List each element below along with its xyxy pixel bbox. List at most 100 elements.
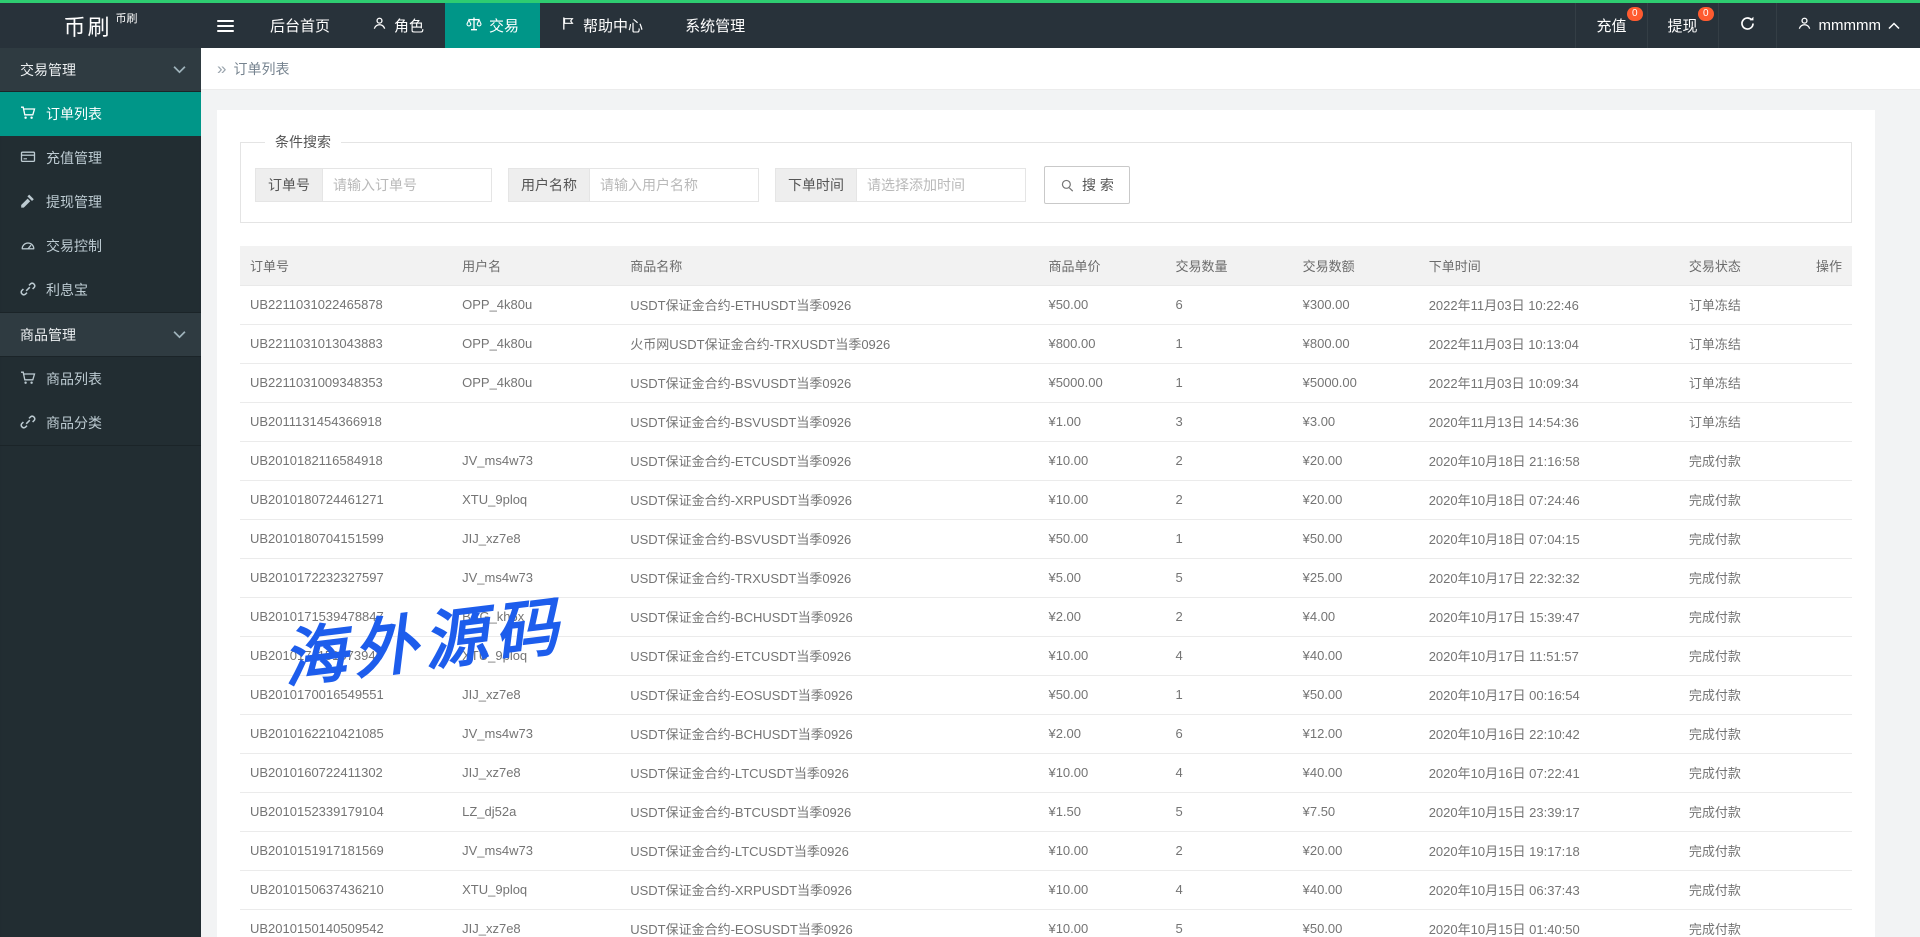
cell-product-name: USDT保证金合约-BCHUSDT当季0926: [620, 714, 1038, 753]
cell-status: 订单冻结: [1679, 285, 1806, 324]
nav-tab-label: 交易: [489, 15, 519, 36]
sidebar-item-interest[interactable]: 利息宝: [0, 268, 201, 312]
sidebar-item-trade-control[interactable]: 交易控制: [0, 224, 201, 268]
col-header-order-time: 下单时间: [1419, 246, 1679, 285]
table-row: UB2010162210421085JV_ms4w73USDT保证金合约-BCH…: [240, 714, 1852, 753]
cell-username: JIJ_xz7e8: [452, 519, 620, 558]
sidebar-item-goods-list[interactable]: 商品列表: [0, 357, 201, 401]
main-nav: 后台首页 角色 交易 帮助中心 系统管理: [249, 3, 766, 48]
sidebar-submenu-trade: 订单列表 充值管理 提现管理 交易控制 利息宝: [0, 92, 201, 313]
cell-order-no: UB2211031013043883: [240, 324, 452, 363]
nav-tab-label: 帮助中心: [583, 15, 643, 36]
cell-status: 完成付款: [1679, 480, 1806, 519]
app-logo[interactable]: 币刷 币刷: [0, 3, 201, 48]
breadcrumb: » 订单列表: [201, 48, 1920, 90]
cell-status: 完成付款: [1679, 714, 1806, 753]
cell-quantity: 4: [1166, 870, 1293, 909]
sidebar: 交易管理 订单列表 充值管理 提现管理 交易控制 利息宝: [0, 48, 201, 937]
cell-order-time: 2020年10月17日 15:39:47: [1419, 597, 1679, 636]
cell-quantity: 6: [1166, 714, 1293, 753]
cell-quantity: 2: [1166, 831, 1293, 870]
nav-tab-label: 角色: [394, 15, 424, 36]
cart-icon: [20, 105, 36, 124]
cell-amount: ¥50.00: [1293, 675, 1419, 714]
sidebar-item-goods-category[interactable]: 商品分类: [0, 401, 201, 445]
nav-tab-role[interactable]: 角色: [351, 3, 445, 48]
order-time-label: 下单时间: [775, 168, 856, 202]
cell-order-no: UB2010150140509542: [240, 909, 452, 937]
cell-unit-price: ¥1.00: [1038, 402, 1165, 441]
username-input[interactable]: [589, 168, 759, 202]
cell-product-name: 火币网USDT保证金合约-TRXUSDT当季0926: [620, 324, 1038, 363]
sidebar-submenu-goods: 商品列表 商品分类: [0, 357, 201, 446]
recharge-button[interactable]: 充值 0: [1575, 3, 1646, 48]
hamburger-icon: [217, 17, 234, 35]
cell-amount: ¥300.00: [1293, 285, 1419, 324]
sidebar-group-goods[interactable]: 商品管理: [0, 313, 201, 357]
cell-order-no: UB2011131454366918: [240, 402, 452, 441]
cell-order-no: UB2010150637436210: [240, 870, 452, 909]
order-no-label: 订单号: [255, 168, 322, 202]
sidebar-toggle-button[interactable]: [201, 3, 249, 48]
refresh-icon: [1739, 15, 1756, 36]
table-row: UB2010172232327597JV_ms4w73USDT保证金合约-TRX…: [240, 558, 1852, 597]
user-menu[interactable]: mmmmm: [1776, 3, 1920, 48]
cell-username: OPP_4k80u: [452, 324, 620, 363]
col-header-status: 交易状态: [1679, 246, 1806, 285]
cell-username: BAG_kh6x: [452, 597, 620, 636]
order-no-input[interactable]: [322, 168, 492, 202]
cell-username: XTU_9ploq: [452, 870, 620, 909]
cell-unit-price: ¥10.00: [1038, 870, 1165, 909]
card-icon: [20, 149, 36, 168]
cell-order-time: 2020年11月13日 14:54:36: [1419, 402, 1679, 441]
cell-product-name: USDT保证金合约-EOSUSDT当季0926: [620, 909, 1038, 937]
cell-order-no: UB2010170016549551: [240, 675, 452, 714]
cell-order-no: UB2010160722411302: [240, 753, 452, 792]
sidebar-item-withdraw[interactable]: 提现管理: [0, 180, 201, 224]
cell-quantity: 5: [1166, 558, 1293, 597]
cell-product-name: USDT保证金合约-EOSUSDT当季0926: [620, 675, 1038, 714]
scales-icon: [466, 16, 482, 36]
search-button[interactable]: 搜 索: [1044, 166, 1130, 204]
cell-amount: ¥50.00: [1293, 519, 1419, 558]
nav-tab-trade[interactable]: 交易: [445, 3, 540, 48]
sidebar-item-recharge[interactable]: 充值管理: [0, 136, 201, 180]
cell-action: [1806, 909, 1852, 937]
col-header-amount: 交易数额: [1293, 246, 1419, 285]
table-row: UB2211031022465878OPP_4k80uUSDT保证金合约-ETH…: [240, 285, 1852, 324]
search-button-label: 搜 索: [1082, 175, 1114, 195]
cell-quantity: 5: [1166, 792, 1293, 831]
nav-tab-system[interactable]: 系统管理: [664, 3, 766, 48]
cell-product-name: USDT保证金合约-LTCUSDT当季0926: [620, 831, 1038, 870]
cell-amount: ¥7.50: [1293, 792, 1419, 831]
chevron-down-icon: [173, 65, 186, 74]
cell-action: [1806, 870, 1852, 909]
cell-quantity: 1: [1166, 519, 1293, 558]
withdraw-button[interactable]: 提现 0: [1647, 3, 1718, 48]
cell-quantity: 1: [1166, 363, 1293, 402]
cell-unit-price: ¥2.00: [1038, 597, 1165, 636]
order-time-input[interactable]: [856, 168, 1026, 202]
nav-tab-dashboard[interactable]: 后台首页: [249, 3, 351, 48]
cell-action: [1806, 441, 1852, 480]
sidebar-group-label: 交易管理: [20, 60, 76, 80]
breadcrumb-label: 订单列表: [233, 59, 289, 79]
cell-order-no: UB2010162210421085: [240, 714, 452, 753]
sidebar-item-order-list[interactable]: 订单列表: [0, 92, 201, 136]
cell-action: [1806, 753, 1852, 792]
cell-order-no: UB2010152339179104: [240, 792, 452, 831]
nav-tab-help-center[interactable]: 帮助中心: [540, 3, 664, 48]
recharge-badge: 0: [1627, 7, 1643, 21]
table-row: UB2010170016549551JIJ_xz7e8USDT保证金合约-EOS…: [240, 675, 1852, 714]
cell-quantity: 1: [1166, 324, 1293, 363]
main-area: » 订单列表 条件搜索 订单号 用户名称: [201, 48, 1920, 937]
table-row: UB2010182116584918JV_ms4w73USDT保证金合约-ETC…: [240, 441, 1852, 480]
cell-order-time: 2020年10月17日 00:16:54: [1419, 675, 1679, 714]
cell-unit-price: ¥50.00: [1038, 675, 1165, 714]
refresh-button[interactable]: [1718, 3, 1776, 48]
search-panel: 条件搜索 订单号 用户名称 下单时间: [240, 132, 1852, 223]
sidebar-group-trade[interactable]: 交易管理: [0, 48, 201, 92]
cell-status: 完成付款: [1679, 792, 1806, 831]
table-header-row: 订单号用户名商品名称商品单价交易数量交易数额下单时间交易状态操作: [240, 246, 1852, 285]
col-header-order-no: 订单号: [240, 246, 452, 285]
